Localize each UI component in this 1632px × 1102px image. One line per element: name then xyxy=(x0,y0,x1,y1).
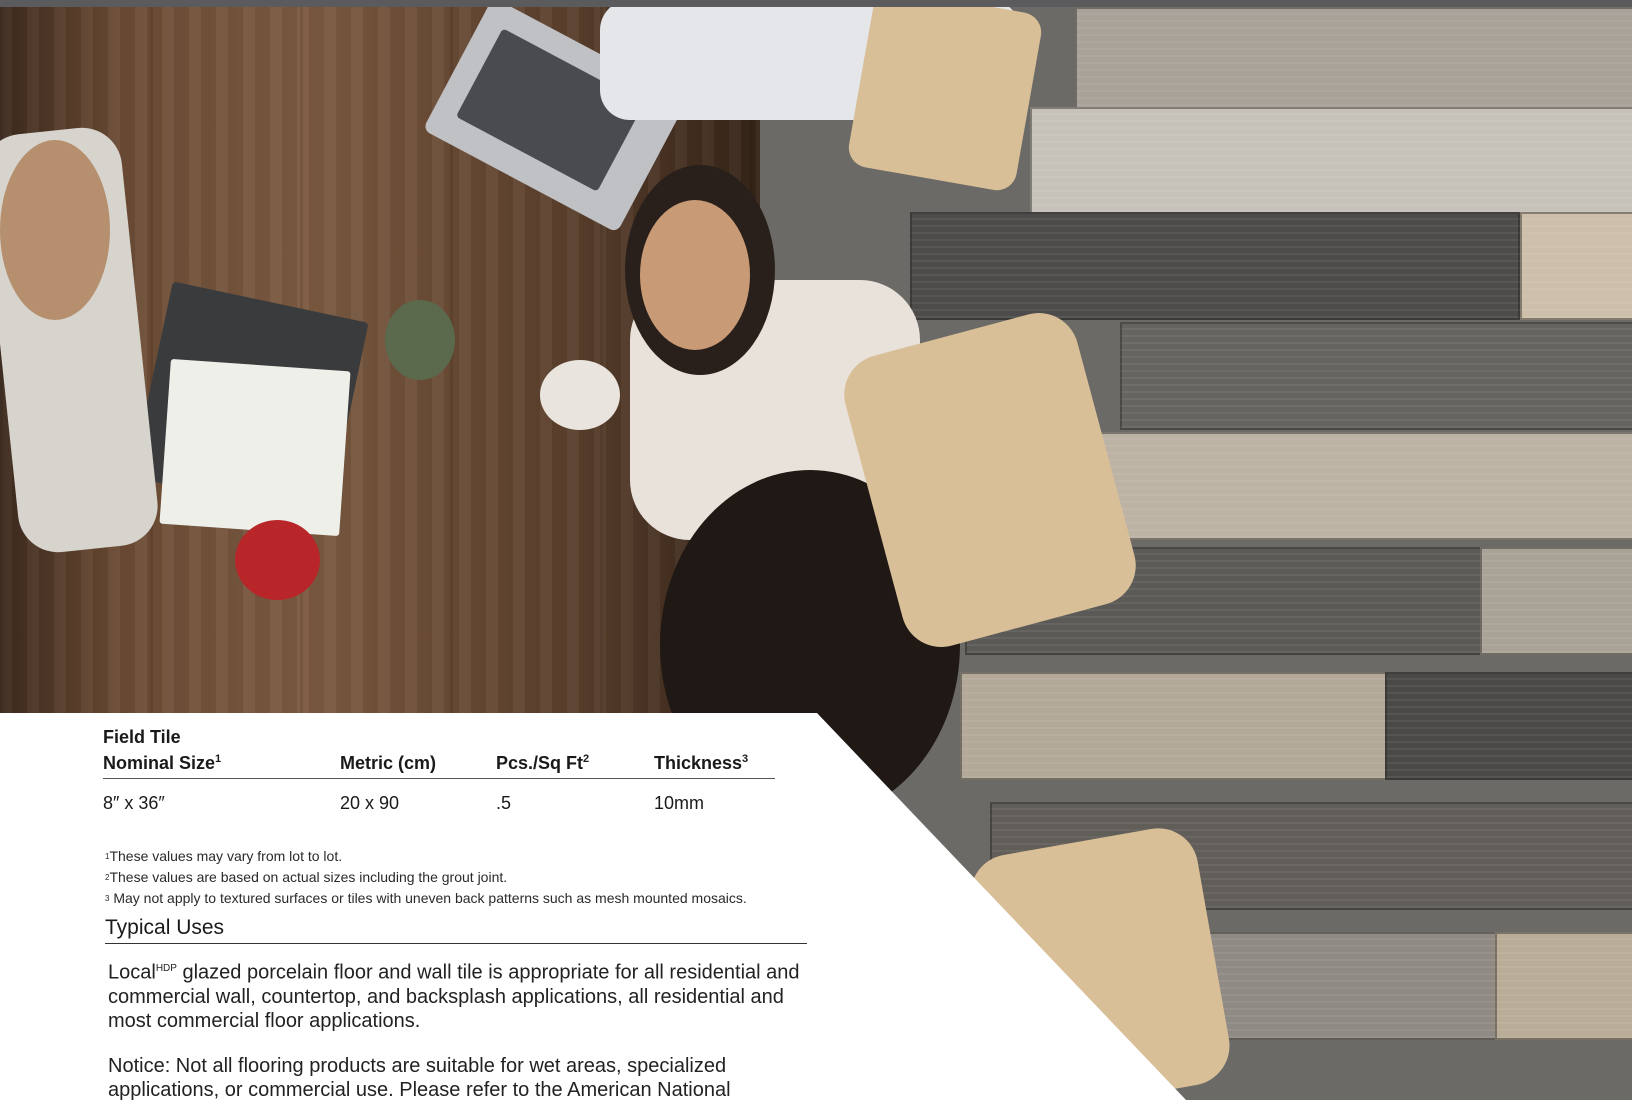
col-metric: Metric (cm) xyxy=(340,726,496,779)
spec-table-header-row: Field Tile Nominal Size1 Metric (cm) Pcs… xyxy=(103,726,775,779)
cell-metric: 20 x 90 xyxy=(340,793,400,813)
cell-pcs: .5 xyxy=(496,793,512,813)
footnote: 3 May not apply to textured surfaces or … xyxy=(105,890,747,906)
spec-content: Field Tile Nominal Size1 Metric (cm) Pcs… xyxy=(0,0,1632,1101)
typical-uses-heading: Typical Uses xyxy=(105,916,807,944)
footnote: 1These values may vary from lot to lot. xyxy=(105,848,343,864)
footnotes: 1These values may vary from lot to lot. … xyxy=(105,846,865,909)
cell-thickness: 10mm xyxy=(654,793,705,813)
notice-text: Notice: Not all flooring products are su… xyxy=(108,1055,731,1101)
spec-table: Field Tile Nominal Size1 Metric (cm) Pcs… xyxy=(103,726,775,814)
table-row: 8″ x 36″ 20 x 90 .5 10mm xyxy=(103,779,775,815)
typical-uses-body: LocalHDP glazed porcelain floor and wall… xyxy=(108,961,800,1032)
col-pcs-sq-ft: Pcs./Sq Ft2 xyxy=(496,726,654,779)
col-thickness: Thickness3 xyxy=(654,726,775,779)
footnote: 2These values are based on actual sizes … xyxy=(105,869,508,885)
cell-nominal: 8″ x 36″ xyxy=(103,793,165,813)
col-nominal-size: Field Tile Nominal Size1 xyxy=(103,726,340,779)
